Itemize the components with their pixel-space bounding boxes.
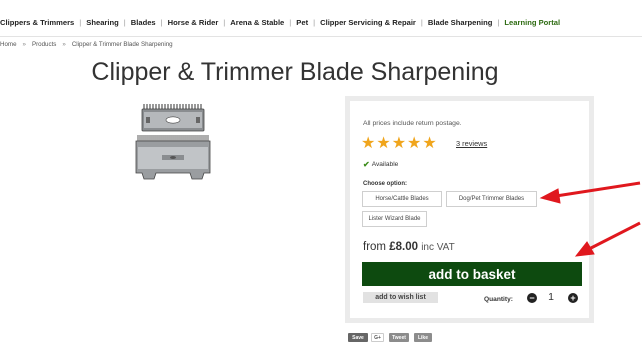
quantity-increase-icon[interactable]: + [568,293,578,303]
nav-separator: | [79,17,82,27]
availability-status: ✔ Available [363,160,398,169]
option-horse-cattle-blades[interactable]: Horse/Cattle Blades [362,191,442,207]
top-blade-shape [141,104,205,132]
breadcrumb-products[interactable]: Products [32,41,56,48]
availability-text: Available [371,161,399,168]
star-icon: ★ [407,135,422,152]
quantity-decrease-icon[interactable]: − [527,293,537,303]
clipper-blade-image[interactable] [132,101,214,181]
nav-separator: | [497,17,500,27]
nav-shearing[interactable]: Shearing [86,18,119,27]
star-icon: ★ [391,135,407,152]
price: from £8.00 inc VAT [363,241,455,253]
choose-option-label: Choose option: [363,181,407,187]
nav-divider [0,36,642,37]
tweet-button[interactable]: Tweet [389,333,409,342]
nav-separator: | [123,17,126,27]
breadcrumb-separator: » [22,40,26,48]
nav-separator: | [313,17,316,27]
rating-stars: ★ ★ ★ ★ ★ [361,136,438,152]
breadcrumb: Home » Products » Clipper & Trimmer Blad… [0,39,173,49]
nav-separator: | [160,17,163,27]
google-plus-button[interactable]: G+ [371,333,384,342]
star-icon: ★ [376,135,391,152]
nav-clipper-servicing[interactable]: Clipper Servicing & Repair [320,18,416,27]
star-icon: ★ [422,135,437,152]
nav-blade-sharpening[interactable]: Blade Sharpening [428,18,493,27]
nav-separator: | [223,17,226,27]
bottom-blade-shape [135,135,211,180]
nav-pet[interactable]: Pet [296,18,308,27]
breadcrumb-current: Clipper & Trimmer Blade Sharpening [71,40,173,48]
breadcrumb-separator: » [62,40,66,48]
top-navigation: Clippers & Trimmers | Shearing | Blades … [0,15,642,29]
price-amount: £8.00 [389,241,418,253]
add-to-wishlist-button[interactable]: add to wish list [363,292,438,303]
nav-learning-portal[interactable]: Learning Portal [504,18,560,27]
reviews-link[interactable]: 3 reviews [456,139,487,148]
price-vat-note: inc VAT [421,242,455,253]
postage-note: All prices include return postage. [363,120,462,127]
purchase-panel: All prices include return postage. ★ ★ ★… [345,96,594,323]
nav-clippers-trimmers[interactable]: Clippers & Trimmers [0,18,74,27]
quantity-value[interactable]: 1 [546,291,556,303]
page-title: Clipper & Trimmer Blade Sharpening [91,58,499,86]
option-dog-pet-trimmer-blades[interactable]: Dog/Pet Trimmer Blades [446,191,537,207]
quantity-label: Quantity: [484,296,513,303]
add-to-basket-button[interactable]: add to basket [362,262,582,286]
nav-arena-stable[interactable]: Arena & Stable [230,18,284,27]
nav-separator: | [289,17,292,27]
check-icon: ✔ [363,160,370,169]
facebook-like-button[interactable]: Like [414,333,432,342]
nav-horse-rider[interactable]: Horse & Rider [168,18,219,27]
option-lister-wizard-blade[interactable]: Lister Wizard Blade [362,211,427,227]
star-icon: ★ [361,135,376,152]
nav-blades[interactable]: Blades [131,18,156,27]
nav-separator: | [420,17,423,27]
pinterest-save-button[interactable]: Save [348,333,368,342]
breadcrumb-home[interactable]: Home [0,41,17,48]
price-prefix: from [363,241,386,253]
